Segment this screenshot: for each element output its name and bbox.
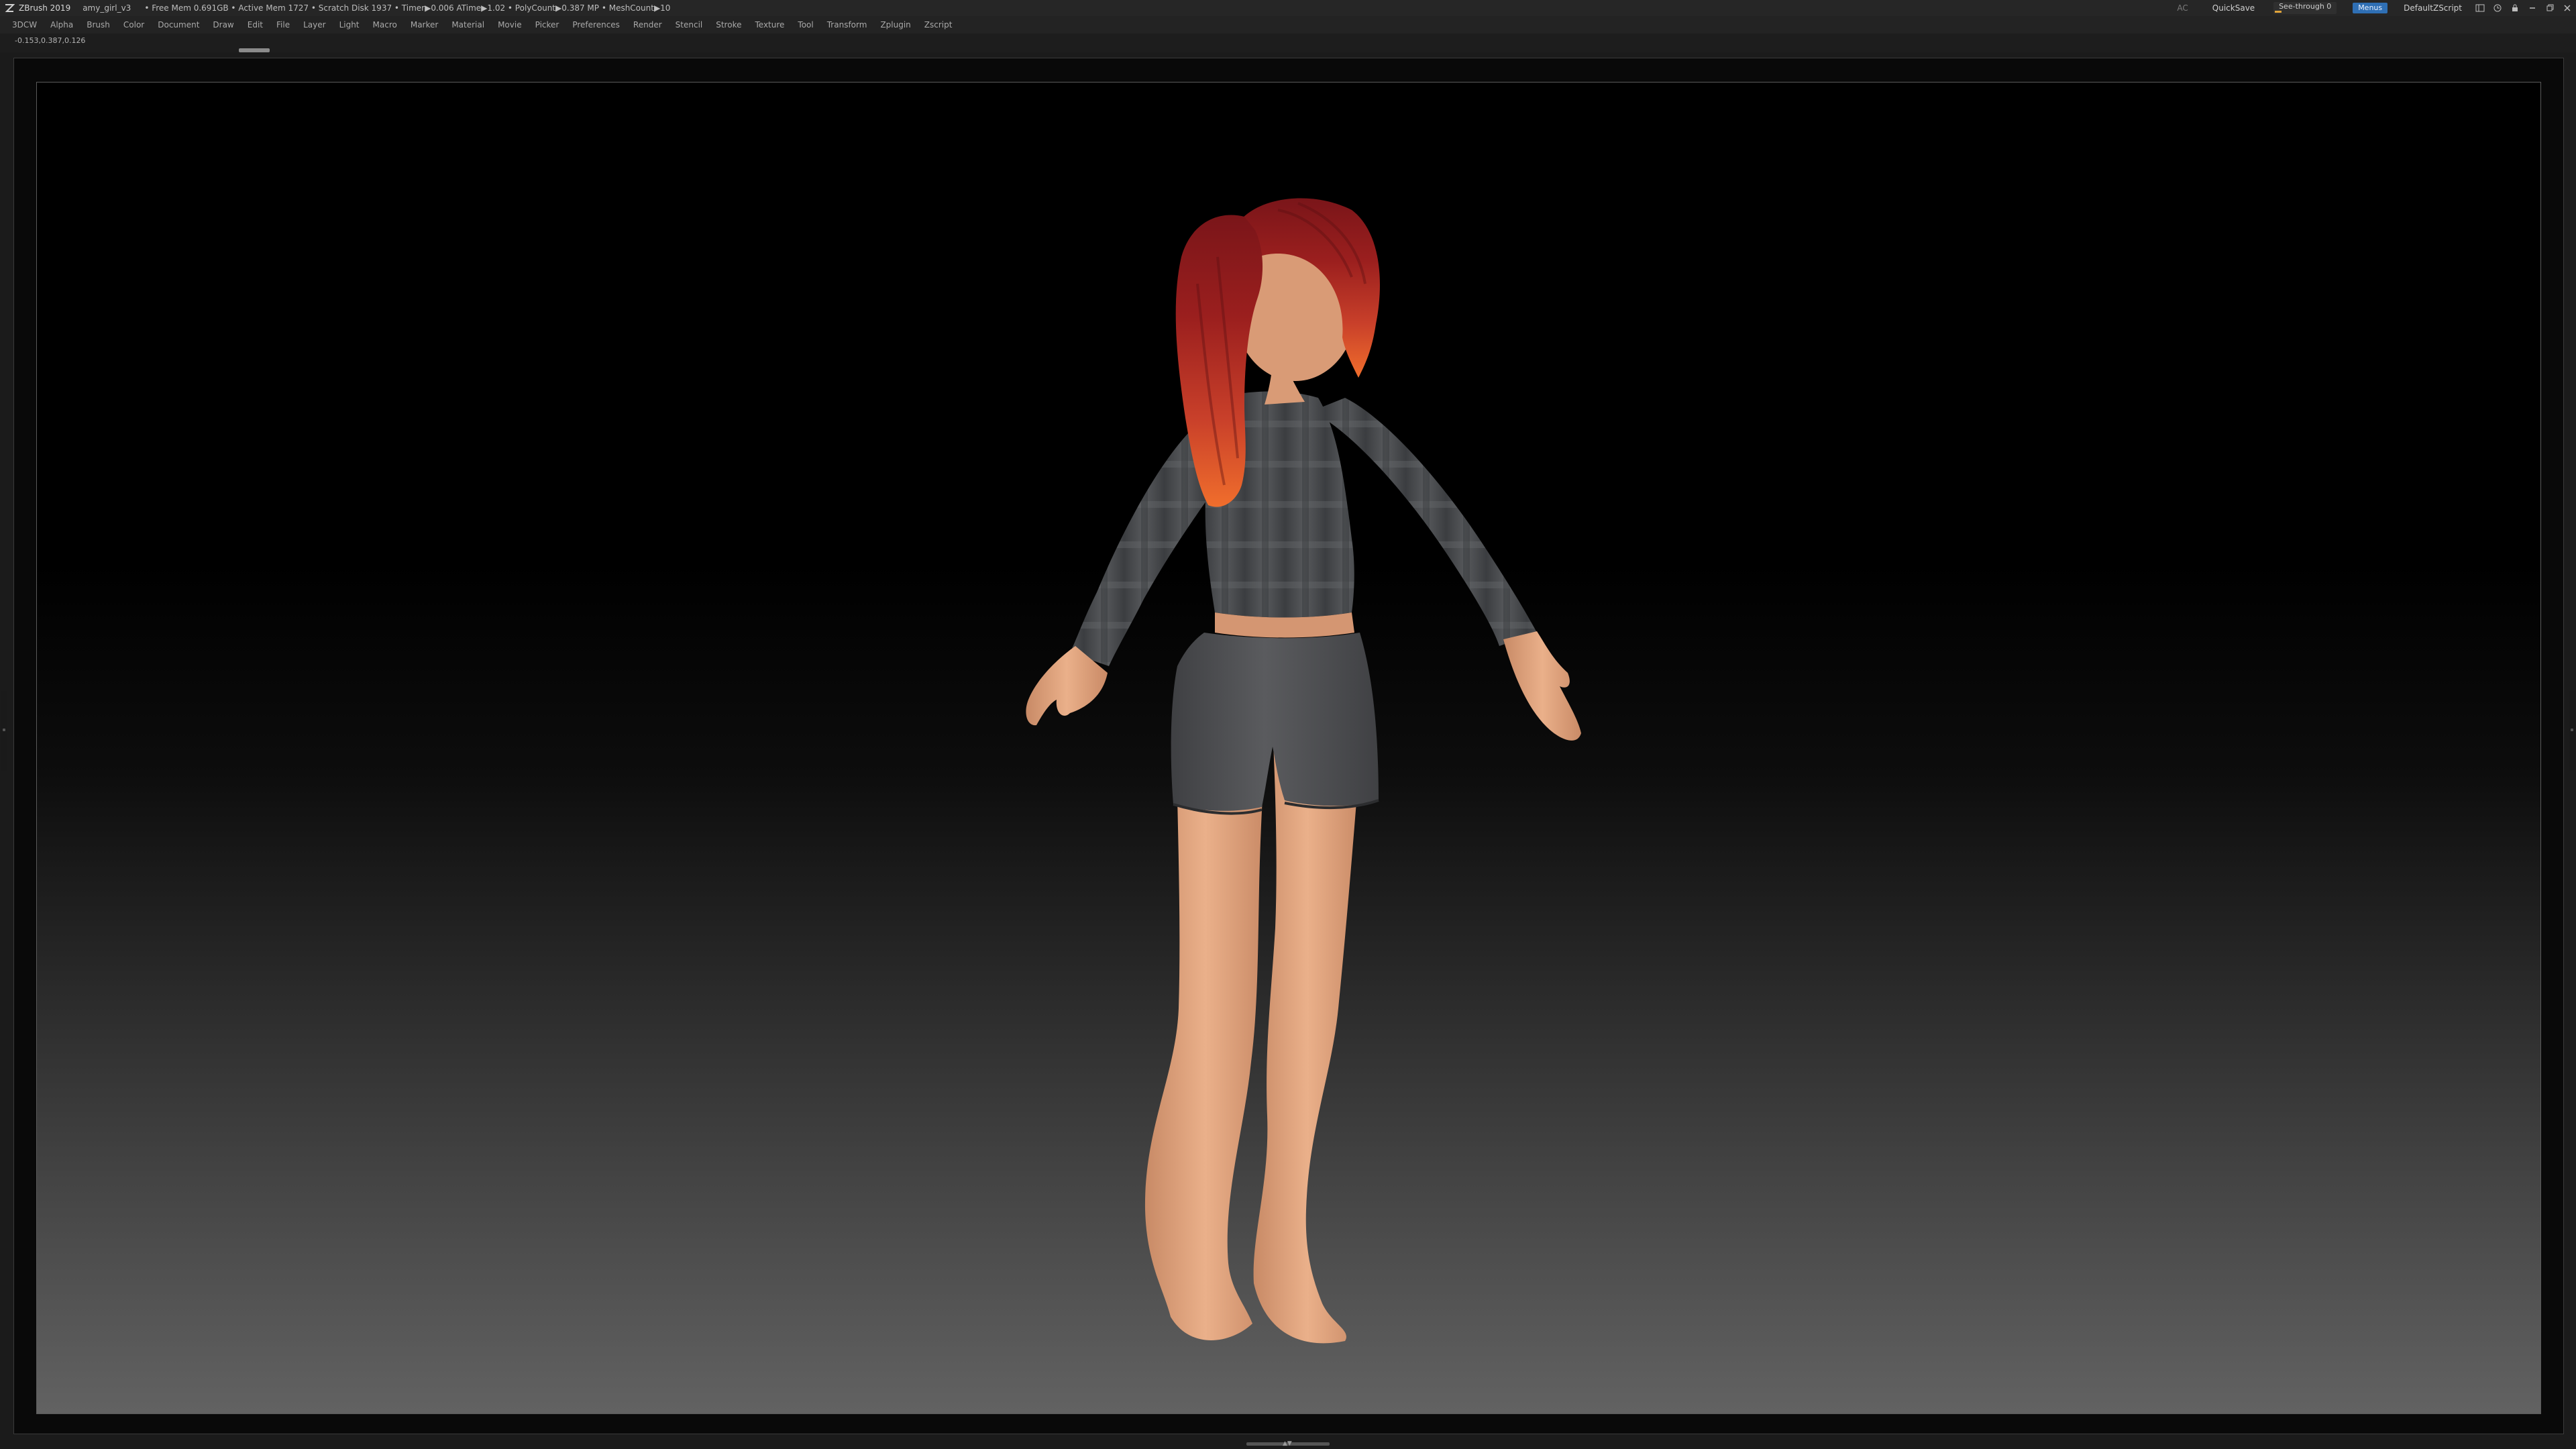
menu-item-light[interactable]: Light bbox=[339, 16, 360, 34]
minimize-icon[interactable] bbox=[2524, 0, 2541, 16]
zbrush-logo-icon bbox=[5, 4, 15, 12]
menu-item-preferences[interactable]: Preferences bbox=[572, 16, 620, 34]
menu-item-picker[interactable]: Picker bbox=[535, 16, 559, 34]
app-name: ZBrush 2019 bbox=[19, 3, 71, 13]
see-through-slider[interactable]: See-through 0 bbox=[2273, 2, 2337, 14]
menu-item-material[interactable]: Material bbox=[451, 16, 484, 34]
bottom-tray-arrows-icon[interactable]: ▲▼ bbox=[1283, 1440, 1292, 1447]
menus-toggle-button[interactable]: Menus bbox=[2353, 3, 2388, 13]
bottom-tray-bar: ▲▼ bbox=[0, 1437, 2576, 1449]
menu-item-macro[interactable]: Macro bbox=[373, 16, 397, 34]
menu-item-texture[interactable]: Texture bbox=[755, 16, 784, 34]
shorts bbox=[1171, 633, 1379, 811]
history-icon[interactable] bbox=[2489, 0, 2506, 16]
menu-item-document[interactable]: Document bbox=[158, 16, 199, 34]
close-icon[interactable] bbox=[2559, 0, 2576, 16]
tray-handle[interactable] bbox=[239, 48, 270, 52]
menu-item-zscript[interactable]: Zscript bbox=[924, 16, 953, 34]
menu-item-movie[interactable]: Movie bbox=[498, 16, 522, 34]
menu-item-zplugin[interactable]: Zplugin bbox=[880, 16, 910, 34]
menu-item-marker[interactable]: Marker bbox=[411, 16, 438, 34]
layout-icon[interactable] bbox=[2471, 0, 2489, 16]
menu-item-tool[interactable]: Tool bbox=[798, 16, 813, 34]
cursor-coordinates: -0.153,0.387,0.126 bbox=[15, 36, 86, 45]
menu-item-alpha[interactable]: Alpha bbox=[50, 16, 73, 34]
memory-stats: • Free Mem 0.691GB • Active Mem 1727 • S… bbox=[144, 3, 671, 13]
left-tray-toggle[interactable] bbox=[1, 691, 7, 771]
menu-item-3dcw[interactable]: 3DCW bbox=[12, 16, 37, 34]
see-through-level bbox=[2275, 11, 2282, 13]
right-tray-toggle[interactable] bbox=[2569, 691, 2575, 771]
quicksave-button[interactable]: QuickSave bbox=[2203, 0, 2264, 16]
menu-item-draw[interactable]: Draw bbox=[213, 16, 233, 34]
info-row: -0.153,0.387,0.126 bbox=[0, 34, 2576, 52]
menu-item-brush[interactable]: Brush bbox=[87, 16, 110, 34]
default-zscript-button[interactable]: DefaultZScript bbox=[2394, 0, 2471, 16]
menu-item-render[interactable]: Render bbox=[633, 16, 662, 34]
menu-item-layer[interactable]: Layer bbox=[303, 16, 325, 34]
ac-label[interactable]: AC bbox=[2162, 0, 2202, 16]
menu-bar: 3DCW Alpha Brush Color Document Draw Edit File L… bbox=[0, 16, 2576, 34]
menu-item-file[interactable]: File bbox=[276, 16, 290, 34]
see-through-label: See-through 0 bbox=[2279, 2, 2332, 11]
title-bar: ZBrush 2019 amy_girl_v3 • Free Mem 0.691… bbox=[0, 0, 2576, 16]
lock-icon[interactable] bbox=[2506, 0, 2524, 16]
menu-item-transform[interactable]: Transform bbox=[827, 16, 867, 34]
character-model[interactable] bbox=[37, 83, 2541, 1414]
menu-item-stroke[interactable]: Stroke bbox=[716, 16, 741, 34]
menu-item-edit[interactable]: Edit bbox=[248, 16, 263, 34]
document-canvas[interactable] bbox=[36, 82, 2541, 1414]
menu-item-color[interactable]: Color bbox=[123, 16, 144, 34]
legs bbox=[1144, 727, 1361, 1344]
menu-item-stencil[interactable]: Stencil bbox=[676, 16, 703, 34]
restore-icon[interactable] bbox=[2541, 0, 2559, 16]
file-name: amy_girl_v3 bbox=[83, 3, 131, 13]
